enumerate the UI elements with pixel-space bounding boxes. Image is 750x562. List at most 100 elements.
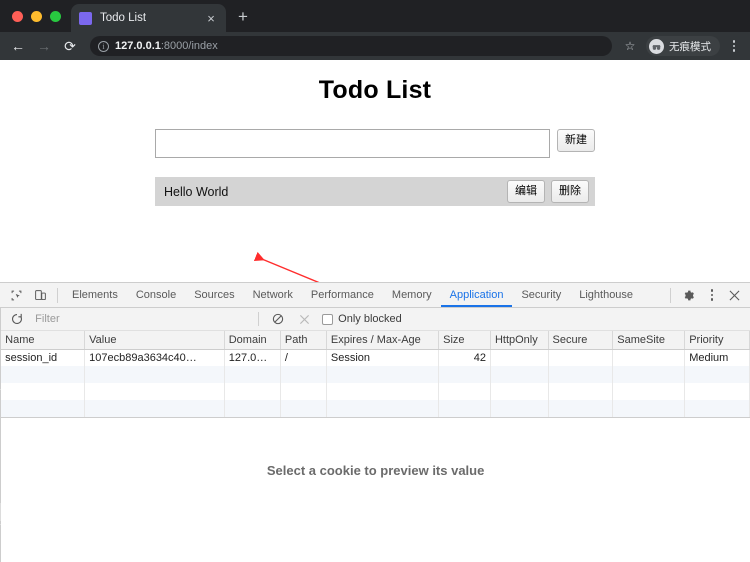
todo-list-item: Hello World 编辑 删除 bbox=[155, 177, 595, 206]
cell-empty bbox=[612, 366, 686, 383]
cell-empty bbox=[548, 400, 614, 417]
minimize-window-button[interactable] bbox=[31, 10, 42, 22]
cell-empty bbox=[326, 400, 440, 417]
incognito-badge[interactable]: 无痕模式 bbox=[646, 36, 720, 56]
devtools-tab-memory[interactable]: Memory bbox=[383, 283, 441, 307]
only-blocked-label: Only blocked bbox=[338, 313, 402, 325]
column-header-domain[interactable]: Domain bbox=[224, 331, 281, 350]
column-header-expires[interactable]: Expires / Max-Age bbox=[326, 331, 440, 350]
devtools-tab-sources[interactable]: Sources bbox=[185, 283, 243, 307]
devtools-tab-lighthouse[interactable]: Lighthouse bbox=[570, 283, 642, 307]
column-header-size[interactable]: Size bbox=[438, 331, 491, 350]
cell-empty bbox=[1, 366, 86, 383]
window-traffic-lights bbox=[8, 0, 71, 32]
forward-button[interactable]: → bbox=[32, 34, 56, 58]
delete-selected-cookie-icon[interactable] bbox=[292, 307, 316, 331]
inspect-element-icon[interactable] bbox=[4, 283, 28, 307]
cell-empty bbox=[438, 366, 491, 383]
tab-favicon-icon bbox=[79, 11, 92, 25]
create-todo-button[interactable]: 新建 bbox=[557, 129, 595, 153]
gear-icon[interactable] bbox=[676, 283, 700, 307]
cell-empty bbox=[490, 383, 549, 400]
toolbar-divider bbox=[57, 287, 58, 303]
devtools-tab-network[interactable]: Network bbox=[244, 283, 302, 307]
only-blocked-checkbox[interactable]: Only blocked bbox=[322, 313, 402, 325]
device-toolbar-icon[interactable] bbox=[28, 283, 52, 307]
cookie-table-container: Name Value Domain Path Expires / Max-Age… bbox=[1, 331, 750, 418]
toolbar-divider bbox=[258, 312, 260, 326]
cell-expires: Session bbox=[326, 349, 440, 366]
devtools-tab-application[interactable]: Application bbox=[441, 283, 513, 307]
page-viewport: Todo List 新建 Hello World 编辑 删除 只显示当前登录用户… bbox=[0, 60, 750, 282]
devtools-tab-console[interactable]: Console bbox=[127, 283, 185, 307]
cell-size: 42 bbox=[438, 349, 491, 366]
devtools-tab-elements[interactable]: Elements bbox=[63, 283, 127, 307]
cell-empty bbox=[84, 366, 225, 383]
edit-todo-button[interactable]: 编辑 bbox=[507, 179, 545, 204]
toolbar-divider-right bbox=[670, 287, 671, 303]
cell-empty bbox=[326, 366, 440, 383]
cell-empty bbox=[490, 366, 549, 383]
tab-close-icon[interactable]: × bbox=[204, 11, 218, 25]
cell-empty bbox=[548, 366, 614, 383]
url-host: 127.0.0.1 bbox=[115, 40, 161, 52]
clear-all-cookies-icon[interactable] bbox=[266, 307, 290, 331]
browser-toolbar: ← → ⟳ i 127.0.0.1:8000/index ☆ 无痕模式 bbox=[0, 32, 750, 60]
url-path: :8000/index bbox=[160, 40, 218, 52]
cookie-filter-input[interactable] bbox=[31, 310, 252, 328]
tab-title: Todo List bbox=[100, 12, 147, 24]
todo-create-form: 新建 bbox=[155, 129, 595, 158]
column-header-samesite[interactable]: SameSite bbox=[612, 331, 686, 350]
cookie-preview-pane: Select a cookie to preview its value bbox=[1, 418, 750, 562]
cell-empty bbox=[612, 400, 686, 417]
devtools-more-menu-icon[interactable] bbox=[702, 284, 722, 306]
column-header-path[interactable]: Path bbox=[280, 331, 327, 350]
devtools-tab-security[interactable]: Security bbox=[512, 283, 570, 307]
devtools-tabbar: Elements Console Sources Network Perform… bbox=[0, 283, 750, 308]
column-header-httponly[interactable]: HttpOnly bbox=[490, 331, 549, 350]
reload-button[interactable]: ⟳ bbox=[58, 34, 82, 58]
incognito-glasses-icon bbox=[649, 38, 664, 54]
cookies-pane: Only blocked Name Value Domain bbox=[1, 308, 750, 562]
devtools-close-icon[interactable] bbox=[722, 283, 746, 307]
cell-domain: 127.0… bbox=[224, 349, 281, 366]
maximize-window-button[interactable] bbox=[50, 10, 61, 22]
cell-empty bbox=[84, 400, 225, 417]
todo-item-text: Hello World bbox=[164, 184, 229, 199]
devtools-panel: Elements Console Sources Network Perform… bbox=[0, 282, 750, 562]
cell-empty bbox=[280, 366, 327, 383]
cookie-preview-placeholder: Select a cookie to preview its value bbox=[266, 462, 485, 478]
devtools-tab-performance[interactable]: Performance bbox=[302, 283, 383, 307]
browser-menu-button[interactable] bbox=[724, 35, 744, 57]
column-header-name[interactable]: Name bbox=[1, 331, 86, 350]
cell-empty bbox=[326, 383, 440, 400]
back-button[interactable]: ← bbox=[6, 34, 30, 58]
delete-todo-button[interactable]: 删除 bbox=[551, 179, 589, 204]
new-tab-button[interactable]: + bbox=[230, 3, 256, 31]
refresh-icon[interactable] bbox=[5, 307, 29, 331]
cell-secure bbox=[548, 349, 614, 366]
cell-name: session_id bbox=[1, 349, 86, 366]
browser-tab[interactable]: Todo List × bbox=[71, 4, 226, 32]
cell-empty bbox=[612, 383, 686, 400]
site-info-icon[interactable]: i bbox=[98, 40, 109, 52]
cell-empty bbox=[224, 400, 281, 417]
checkbox-box[interactable] bbox=[322, 313, 334, 325]
cell-empty bbox=[84, 383, 225, 400]
column-header-secure[interactable]: Secure bbox=[548, 331, 614, 350]
cell-empty bbox=[280, 383, 327, 400]
cell-empty bbox=[280, 400, 327, 417]
cell-value: 107ecb89a3634c40… bbox=[84, 349, 225, 366]
devtools-tabbar-right bbox=[665, 283, 750, 307]
column-header-value[interactable]: Value bbox=[84, 331, 225, 350]
cell-empty bbox=[684, 400, 750, 417]
column-header-priority[interactable]: Priority bbox=[684, 331, 750, 350]
close-window-button[interactable] bbox=[12, 10, 23, 22]
address-bar[interactable]: i 127.0.0.1:8000/index bbox=[90, 36, 612, 56]
table-row-empty bbox=[1, 400, 750, 417]
bookmark-star-icon[interactable]: ☆ bbox=[620, 36, 640, 56]
table-row[interactable]: session_id 107ecb89a3634c40… 127.0… / Se… bbox=[1, 349, 750, 366]
cookie-table: Name Value Domain Path Expires / Max-Age… bbox=[1, 331, 750, 417]
todo-input[interactable] bbox=[155, 129, 550, 158]
cell-empty bbox=[490, 400, 549, 417]
